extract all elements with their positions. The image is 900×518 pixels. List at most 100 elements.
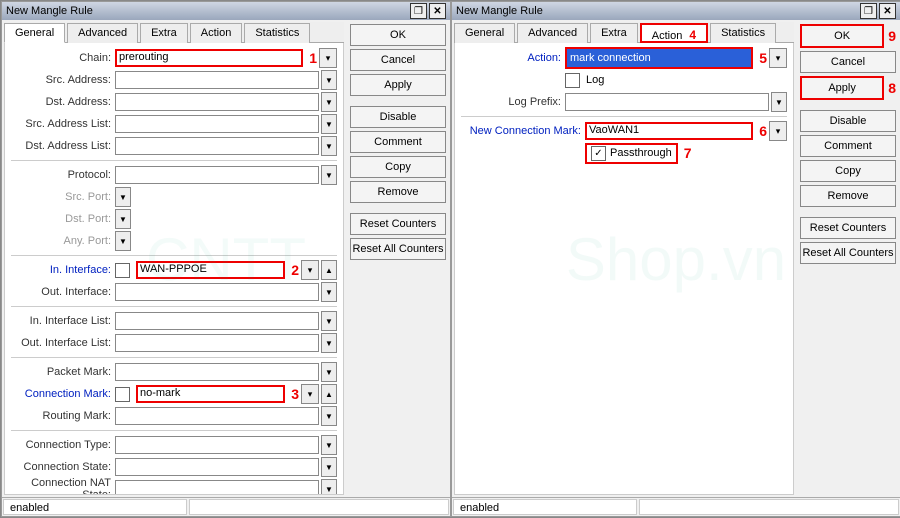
callout-5: 5	[755, 50, 767, 66]
con-nat-input[interactable]	[115, 480, 319, 495]
expand-icon[interactable]: ▼	[115, 209, 131, 229]
expand-icon[interactable]: ▼	[115, 231, 131, 251]
expand-icon[interactable]: ▼	[321, 70, 337, 90]
reset-all-counters-button[interactable]: Reset All Counters	[800, 242, 896, 264]
tab-statistics[interactable]: Statistics	[710, 23, 776, 43]
maximize-icon[interactable]: ❐	[860, 3, 877, 19]
tab-statistics[interactable]: Statistics	[244, 23, 310, 43]
out-if-list-input[interactable]	[115, 334, 319, 352]
ok-button[interactable]: OK	[350, 24, 446, 46]
expand-icon[interactable]: ▼	[321, 114, 337, 134]
expand-icon[interactable]: ▼	[321, 435, 337, 455]
tab-action[interactable]: Action	[190, 23, 243, 43]
out-if-input[interactable]	[115, 283, 319, 301]
disable-button[interactable]: Disable	[800, 110, 896, 132]
action-select[interactable]: mark connection	[565, 47, 753, 69]
close-icon[interactable]: ✕	[429, 3, 446, 19]
apply-button[interactable]: Apply	[800, 76, 884, 100]
tab-action[interactable]: Action 4	[640, 23, 708, 43]
reset-counters-button[interactable]: Reset Counters	[800, 217, 896, 239]
label-con-type: Connection Type:	[11, 439, 115, 451]
dropdown-icon[interactable]: ▾	[301, 260, 319, 280]
cancel-button[interactable]: Cancel	[800, 51, 896, 73]
expand-icon[interactable]: ▼	[321, 165, 337, 185]
expand-icon[interactable]: ▼	[321, 282, 337, 302]
copy-button[interactable]: Copy	[350, 156, 446, 178]
label-src-port: Src. Port:	[11, 191, 115, 203]
src-addr-list-input[interactable]	[115, 115, 319, 133]
expand-icon[interactable]: ▼	[321, 311, 337, 331]
status-text: enabled	[3, 499, 187, 515]
label-out-interface: Out. Interface:	[11, 286, 115, 298]
reset-counters-button[interactable]: Reset Counters	[350, 213, 446, 235]
reset-all-counters-button[interactable]: Reset All Counters	[350, 238, 446, 260]
apply-button[interactable]: Apply	[350, 74, 446, 96]
label-any-port: Any. Port:	[11, 235, 115, 247]
log-checkbox[interactable]	[565, 73, 580, 88]
con-type-input[interactable]	[115, 436, 319, 454]
remove-button[interactable]: Remove	[350, 181, 446, 203]
cancel-button[interactable]: Cancel	[350, 49, 446, 71]
expand-icon[interactable]: ▼	[321, 362, 337, 382]
conmark-invert-check[interactable]	[115, 387, 130, 402]
new-connection-mark-input[interactable]: VaoWAN1	[585, 122, 753, 140]
collapse-icon[interactable]: ▲	[321, 260, 337, 280]
dst-addr-input[interactable]	[115, 93, 319, 111]
chain-input[interactable]: prerouting	[115, 49, 303, 67]
label-src-addr: Src. Address:	[11, 74, 115, 86]
label-in-interface: In. Interface:	[11, 264, 115, 276]
callout-7: 7	[680, 145, 692, 161]
tab-advanced[interactable]: Advanced	[67, 23, 138, 43]
label-packet-mark: Packet Mark:	[11, 366, 115, 378]
connection-mark-input[interactable]: no-mark	[136, 385, 285, 403]
tab-advanced[interactable]: Advanced	[517, 23, 588, 43]
label-protocol: Protocol:	[11, 169, 115, 181]
label-dst-addr-list: Dst. Address List:	[11, 140, 115, 152]
dropdown-icon[interactable]: ▾	[769, 48, 787, 68]
collapse-icon[interactable]: ▲	[321, 384, 337, 404]
src-addr-input[interactable]	[115, 71, 319, 89]
packet-mark-input[interactable]	[115, 363, 319, 381]
dropdown-icon[interactable]: ▾	[769, 121, 787, 141]
tab-general[interactable]: General	[454, 23, 515, 43]
passthrough-checkbox[interactable]: ✓	[591, 146, 606, 161]
dropdown-icon[interactable]: ▾	[301, 384, 319, 404]
close-icon[interactable]: ✕	[879, 3, 896, 19]
comment-button[interactable]: Comment	[800, 135, 896, 157]
routing-mark-input[interactable]	[115, 407, 319, 425]
expand-icon[interactable]: ▼	[771, 92, 787, 112]
expand-icon[interactable]: ▼	[321, 406, 337, 426]
tabs: General Advanced Extra Action 4 Statisti…	[454, 22, 794, 43]
expand-icon[interactable]: ▼	[321, 457, 337, 477]
callout-9: 9	[884, 28, 896, 44]
window-title: New Mangle Rule	[6, 5, 93, 17]
expand-icon[interactable]: ▼	[321, 92, 337, 112]
ok-button[interactable]: OK	[800, 24, 884, 48]
expand-icon[interactable]: ▼	[115, 187, 131, 207]
in-if-input[interactable]: WAN-PPPOE	[136, 261, 285, 279]
tabs: General Advanced Extra Action Statistics	[4, 22, 344, 43]
titlebar: New Mangle Rule ❐ ✕	[2, 2, 450, 20]
disable-button[interactable]: Disable	[350, 106, 446, 128]
comment-button[interactable]: Comment	[350, 131, 446, 153]
chain-dropdown-icon[interactable]: ▾	[319, 48, 337, 68]
log-prefix-input[interactable]	[565, 93, 769, 111]
expand-icon[interactable]: ▼	[321, 479, 337, 495]
remove-button[interactable]: Remove	[800, 185, 896, 207]
tab-general[interactable]: General	[4, 23, 65, 43]
tab-extra[interactable]: Extra	[590, 23, 638, 43]
in-if-list-input[interactable]	[115, 312, 319, 330]
expand-icon[interactable]: ▼	[321, 333, 337, 353]
dst-addr-list-input[interactable]	[115, 137, 319, 155]
con-state-input[interactable]	[115, 458, 319, 476]
copy-button[interactable]: Copy	[800, 160, 896, 182]
expand-icon[interactable]: ▼	[321, 136, 337, 156]
passthrough-text: Passthrough	[610, 147, 672, 159]
maximize-icon[interactable]: ❐	[410, 3, 427, 19]
label-dst-addr: Dst. Address:	[11, 96, 115, 108]
protocol-input[interactable]	[115, 166, 319, 184]
statusbar: enabled	[2, 497, 450, 516]
label-new-con-mark: New Connection Mark:	[461, 125, 585, 137]
tab-extra[interactable]: Extra	[140, 23, 188, 43]
in-if-invert-check[interactable]	[115, 263, 130, 278]
